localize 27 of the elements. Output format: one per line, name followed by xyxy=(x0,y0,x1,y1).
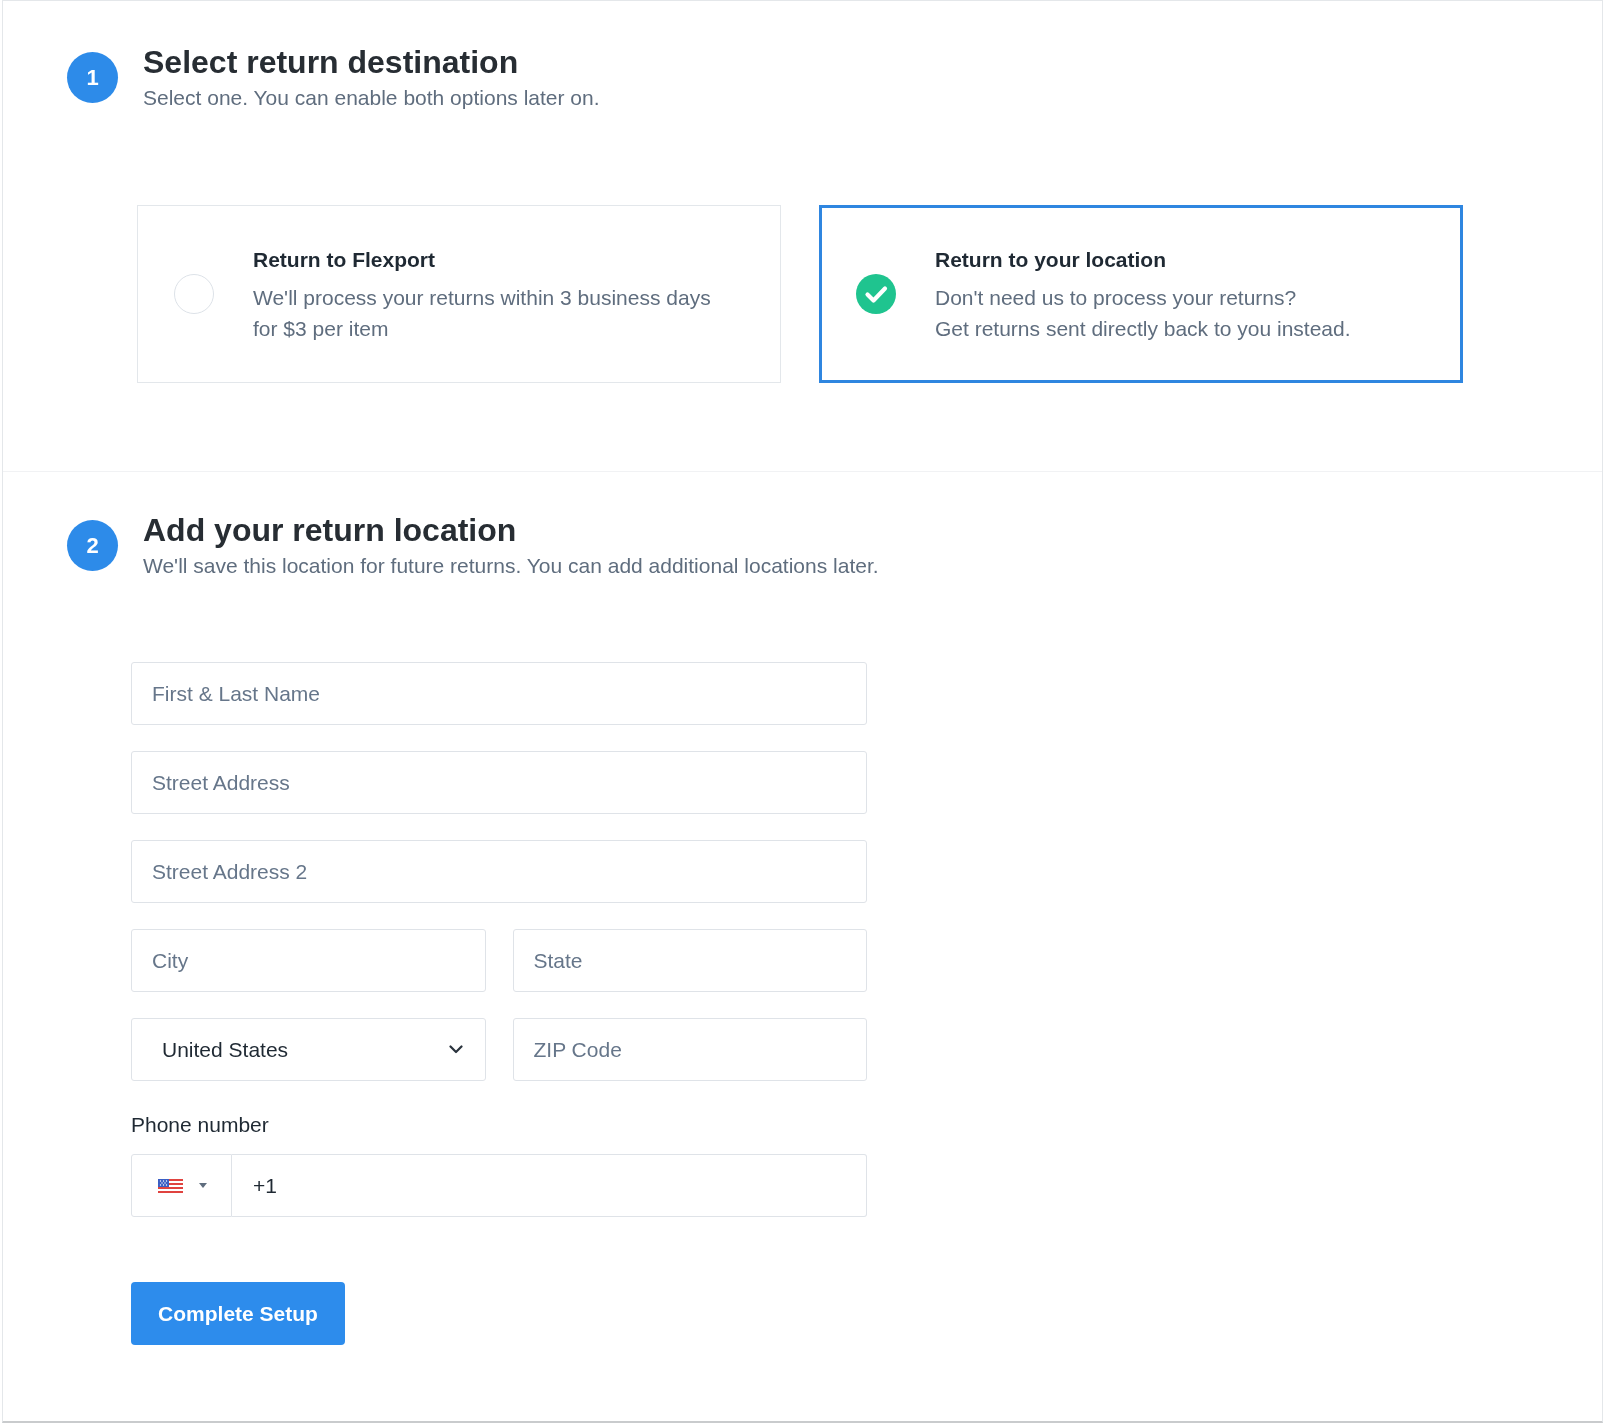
option-description: We'll process your returns within 3 business days for $3 per item xyxy=(253,284,711,342)
option-card[interactable]: Return to your location Don't need us to process your returns? Get returns sent directly back to you instead. xyxy=(819,205,1463,383)
chevron-down-icon xyxy=(448,1045,463,1054)
phone-label: Phone number xyxy=(131,1112,269,1138)
option-title: Return to Flexport xyxy=(253,246,436,273)
input-field[interactable]: Street Address 2 xyxy=(131,840,867,903)
caret-down-icon xyxy=(199,1183,207,1188)
phone-input[interactable]: +1 xyxy=(232,1154,867,1217)
country-select[interactable]: United States xyxy=(131,1018,486,1081)
radio-icon xyxy=(174,274,214,314)
option-card[interactable]: Return to Flexport We'll process your returns within 3 business days for $3 per item xyxy=(137,205,781,383)
input-field[interactable]: Street Address xyxy=(131,751,867,814)
input-field[interactable]: State xyxy=(512,929,867,992)
section-subtitle: We'll save this location for future returns. You can add additional locations later. xyxy=(143,553,879,579)
step-number: 1 xyxy=(67,52,118,103)
input-field[interactable]: City xyxy=(131,929,486,992)
input-field[interactable]: ZIP Code xyxy=(512,1018,867,1081)
option-title: Return to your location xyxy=(935,246,1167,273)
country-code-picker[interactable] xyxy=(131,1154,232,1217)
section-title: Add your return location xyxy=(143,511,518,549)
section-subtitle: Select one. You can enable both options later on. xyxy=(143,85,600,111)
check-circle-icon xyxy=(856,274,896,314)
section-title: Select return destination xyxy=(143,43,520,81)
option-description: Don't need us to process your returns? Get returns sent directly back to you instead. xyxy=(935,284,1351,342)
flag-icon xyxy=(158,1178,183,1193)
input-field[interactable]: First & Last Name xyxy=(131,662,867,725)
step-number: 2 xyxy=(67,520,118,571)
